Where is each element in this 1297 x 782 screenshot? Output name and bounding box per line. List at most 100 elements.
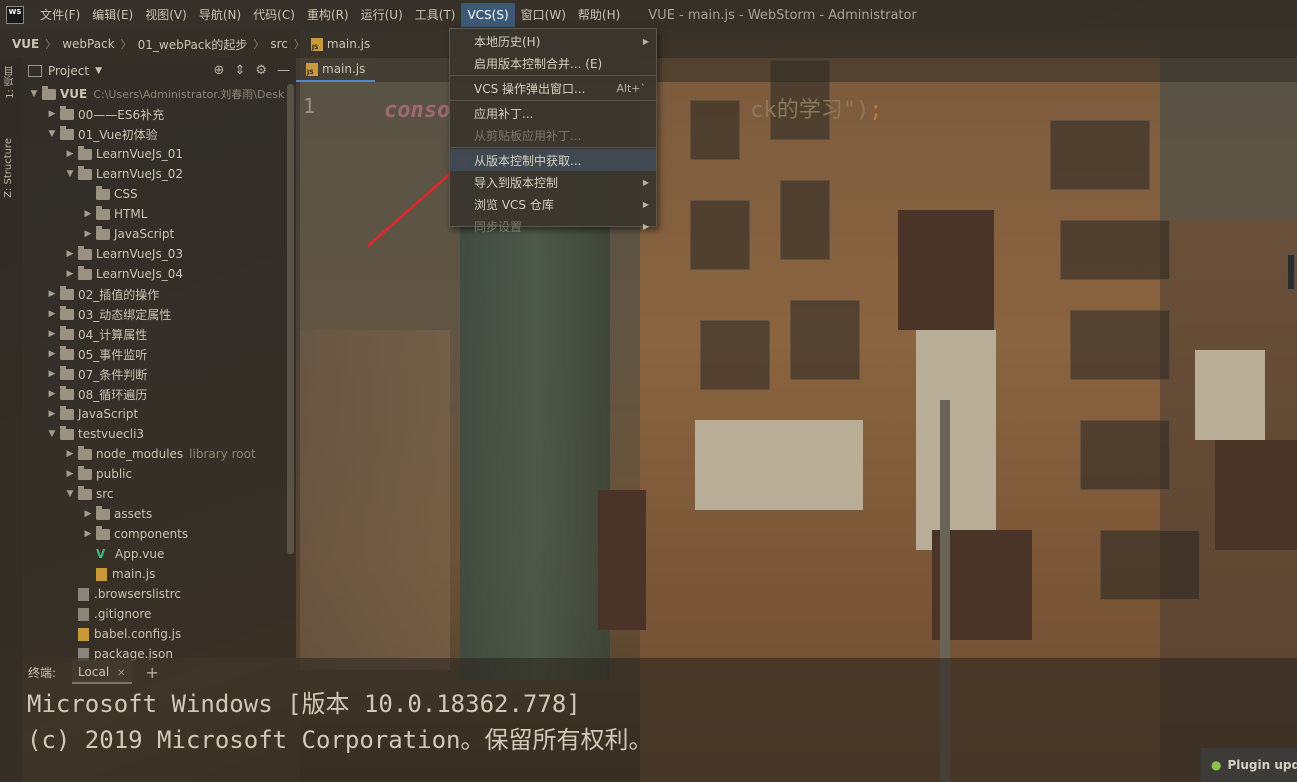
collapsed-arrow-icon[interactable]: ▶: [64, 249, 76, 259]
vcs-menu-item[interactable]: 本地历史(H) ▶: [450, 30, 656, 52]
tree-item[interactable]: ▼ src: [22, 484, 296, 504]
tree-item[interactable]: V App.vue: [22, 544, 296, 564]
submenu-arrow-icon: ▶: [642, 36, 649, 46]
terminal-tabbar: 终端: Local ✕ +: [22, 658, 1297, 686]
menu-item[interactable]: 文件(F): [34, 3, 86, 27]
minimize-icon[interactable]: —: [277, 63, 290, 78]
tree-item[interactable]: ▶ LearnVueJs_01: [22, 144, 296, 164]
vcs-menu-item[interactable]: 导入到版本控制 ▶: [450, 171, 656, 193]
tree-item[interactable]: ▶ 07_条件判断: [22, 364, 296, 384]
tree-item[interactable]: ▶ JavaScript: [22, 224, 296, 244]
shortcut-hint: Alt+`: [616, 81, 646, 95]
tool-tab-project[interactable]: 1: 项目: [3, 66, 18, 99]
menu-item[interactable]: 运行(U): [355, 3, 409, 27]
menu-item[interactable]: 帮助(H): [572, 3, 626, 27]
folder-icon: [60, 365, 74, 380]
collapsed-arrow-icon[interactable]: ▶: [46, 349, 58, 359]
tree-item[interactable]: CSS: [22, 184, 296, 204]
collapsed-arrow-icon[interactable]: ▶: [46, 389, 58, 399]
breadcrumb-folder[interactable]: webPack: [62, 37, 114, 51]
project-scrollbar[interactable]: [287, 84, 294, 554]
tree-item[interactable]: ▼ testvuecli3: [22, 424, 296, 444]
vcs-menu-item[interactable]: 启用版本控制合并... (E): [450, 52, 656, 74]
folder-icon: [60, 385, 74, 400]
tree-item[interactable]: ▶ HTML: [22, 204, 296, 224]
collapsed-arrow-icon[interactable]: ▶: [64, 149, 76, 159]
menu-item[interactable]: 代码(C): [247, 3, 301, 27]
expanded-arrow-icon[interactable]: ▼: [46, 129, 58, 139]
vcs-menu-item[interactable]: 应用补丁...: [450, 102, 656, 124]
collapsed-arrow-icon[interactable]: ▶: [46, 309, 58, 319]
collapsed-arrow-icon[interactable]: ▶: [64, 469, 76, 479]
tree-item[interactable]: .gitignore: [22, 604, 296, 624]
editor-tab-main-js[interactable]: main.js: [296, 58, 376, 82]
gear-icon[interactable]: ⚙: [255, 63, 267, 78]
collapsed-arrow-icon[interactable]: ▶: [82, 229, 94, 239]
locate-icon[interactable]: ⊕: [214, 63, 225, 78]
tree-item[interactable]: ▼ VUE C:\Users\Administrator.刘春雨\Desk: [22, 84, 296, 104]
tree-item[interactable]: .browserslistrc: [22, 584, 296, 604]
folder-icon: [60, 285, 74, 300]
menu-item[interactable]: 导航(N): [193, 3, 247, 27]
breadcrumb-folder[interactable]: 01_webPack的起步: [138, 36, 248, 53]
tree-item[interactable]: ▶ JavaScript: [22, 404, 296, 424]
collapsed-arrow-icon[interactable]: ▶: [82, 209, 94, 219]
tree-item[interactable]: babel.config.js: [22, 624, 296, 644]
expanded-arrow-icon[interactable]: ▼: [46, 429, 58, 439]
tree-item-label: components: [114, 527, 189, 541]
collapsed-arrow-icon[interactable]: ▶: [64, 449, 76, 459]
menu-item[interactable]: 窗口(W): [515, 3, 572, 27]
close-icon[interactable]: ✕: [117, 668, 125, 679]
collapsed-arrow-icon[interactable]: ▶: [46, 109, 58, 119]
tree-item[interactable]: ▼ LearnVueJs_02: [22, 164, 296, 184]
collapsed-arrow-icon[interactable]: ▶: [46, 409, 58, 419]
tree-item[interactable]: ▶ public: [22, 464, 296, 484]
tree-item[interactable]: ▶ assets: [22, 504, 296, 524]
plugin-update-notification[interactable]: ● Plugin upd: [1201, 748, 1297, 782]
tree-item[interactable]: main.js: [22, 564, 296, 584]
tree-item-label: 03_动态绑定属性: [78, 307, 172, 322]
collapse-all-icon[interactable]: ⇕: [234, 63, 245, 78]
breadcrumb-folder[interactable]: src: [270, 37, 288, 51]
vcs-menu-item[interactable]: 浏览 VCS 仓库 ▶: [450, 193, 656, 215]
collapsed-arrow-icon[interactable]: ▶: [82, 529, 94, 539]
terminal-label: 终端:: [28, 665, 57, 680]
tree-item[interactable]: ▶ 04_计算属性: [22, 324, 296, 344]
tree-item[interactable]: ▶ LearnVueJs_04: [22, 264, 296, 284]
tree-item[interactable]: ▼ 01_Vue初体验: [22, 124, 296, 144]
collapsed-arrow-icon[interactable]: ▶: [46, 329, 58, 339]
scroll-marker[interactable]: [1287, 254, 1295, 290]
tree-item[interactable]: ▶ 00——ES6补充: [22, 104, 296, 124]
menu-item[interactable]: 工具(T): [409, 3, 462, 27]
breadcrumb-project[interactable]: VUE: [12, 37, 39, 51]
menu-item[interactable]: 视图(V): [139, 3, 193, 27]
tree-item-label: CSS: [114, 187, 138, 201]
caret-down-icon[interactable]: ▼: [95, 66, 102, 76]
breadcrumb-file[interactable]: main.js: [310, 37, 370, 51]
add-terminal-icon[interactable]: +: [146, 663, 159, 682]
tree-item[interactable]: ▶ 08_循环遍历: [22, 384, 296, 404]
menu-item[interactable]: VCS(S): [461, 3, 515, 27]
tree-item[interactable]: ▶ LearnVueJs_03: [22, 244, 296, 264]
expanded-arrow-icon[interactable]: ▼: [28, 89, 40, 99]
tool-tab-structure[interactable]: Z: Structure: [3, 138, 14, 198]
tree-item[interactable]: ▶ 02_插值的操作: [22, 284, 296, 304]
vcs-menu-item[interactable]: VCS 操作弹出窗口... Alt+`: [450, 77, 656, 99]
menu-item[interactable]: 编辑(E): [86, 3, 139, 27]
terminal-tab-local[interactable]: Local ✕: [72, 660, 132, 684]
collapsed-arrow-icon[interactable]: ▶: [64, 269, 76, 279]
tree-item-label: 08_循环遍历: [78, 387, 148, 402]
vcs-menu-item[interactable]: 从版本控制中获取...: [450, 149, 656, 171]
collapsed-arrow-icon[interactable]: ▶: [46, 289, 58, 299]
collapsed-arrow-icon[interactable]: ▶: [82, 509, 94, 519]
tree-item[interactable]: ▶ node_modules library root: [22, 444, 296, 464]
tree-item[interactable]: ▶ 05_事件监听: [22, 344, 296, 364]
menu-item[interactable]: 重构(R): [301, 3, 355, 27]
collapsed-arrow-icon[interactable]: ▶: [46, 369, 58, 379]
tree-item[interactable]: ▶ components: [22, 524, 296, 544]
submenu-arrow-icon: ▶: [642, 177, 649, 187]
tree-item[interactable]: ▶ 03_动态绑定属性: [22, 304, 296, 324]
expanded-arrow-icon[interactable]: ▼: [64, 489, 76, 499]
project-view-selector[interactable]: Project: [48, 64, 89, 78]
expanded-arrow-icon[interactable]: ▼: [64, 169, 76, 179]
